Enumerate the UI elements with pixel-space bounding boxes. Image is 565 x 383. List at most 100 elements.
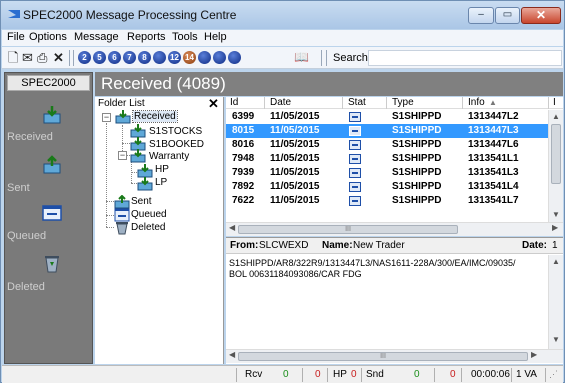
table-row[interactable]: 6399 11/05/2015 S1SHIPPD 1313447L2 (226, 110, 548, 124)
search-input[interactable] (368, 50, 562, 66)
title-bar[interactable]: SPEC2000 Message Processing Centre – ▭ ✕ (1, 1, 564, 29)
status-snd-label: Snd (366, 369, 384, 380)
date-value: 1 (552, 240, 558, 251)
tree-item-lp[interactable]: LP (155, 177, 167, 188)
tree-item-received[interactable]: Received (132, 110, 178, 123)
maximize-button[interactable]: ▭ (495, 7, 520, 24)
tree-item-queued[interactable]: Queued (131, 209, 167, 220)
column-header-type[interactable]: Type (392, 97, 414, 108)
menu-file[interactable]: File (7, 31, 25, 43)
column-header-info[interactable]: Info (468, 97, 485, 108)
cell-id: 8015 (232, 125, 255, 136)
print-icon[interactable]: ⎙ (37, 50, 47, 65)
column-header-date[interactable]: Date (270, 97, 291, 108)
tree-collapse-toggle[interactable]: − (118, 151, 127, 160)
scrollbar-thumb[interactable]: III (238, 225, 458, 234)
close-button[interactable]: ✕ (521, 7, 561, 24)
spec-dot-button[interactable] (228, 51, 241, 64)
cell-date: 11/05/2015 (270, 111, 320, 122)
tree-item-s1booked[interactable]: S1BOOKED (149, 139, 204, 150)
cell-info: 1313447L3 (468, 125, 519, 136)
delete-icon[interactable]: ✕ (53, 50, 64, 65)
toolbar-separator (321, 50, 322, 66)
tree-item-deleted[interactable]: Deleted (131, 222, 165, 233)
status-hp-value: 0 (351, 369, 357, 380)
table-row-selected[interactable]: 8015 11/05/2015 S1SHIPPD 1313447L3 (226, 124, 548, 138)
name-label: Name: (322, 240, 353, 251)
column-divider[interactable] (462, 97, 463, 109)
folder-list-close-button[interactable]: ✕ (208, 96, 219, 112)
table-row[interactable]: 8016 11/05/2015 S1SHIPPD 1313447L6 (226, 138, 548, 152)
recycle-bin-icon (116, 222, 128, 235)
menu-options[interactable]: Options (29, 31, 67, 43)
name-value: New Trader (353, 240, 405, 251)
spec-dot-button[interactable] (198, 51, 211, 64)
spec-7-button[interactable]: 7 (123, 51, 136, 64)
mail-icon[interactable]: ✉ (22, 50, 33, 65)
menu-message[interactable]: Message (74, 31, 119, 43)
scroll-up-arrow-icon[interactable]: ▲ (549, 257, 563, 266)
scroll-right-arrow-icon[interactable]: ▶ (552, 223, 558, 232)
column-divider[interactable] (264, 97, 265, 109)
scrollbar-thumb[interactable]: III (238, 352, 528, 361)
column-header-id[interactable]: Id (230, 97, 238, 108)
page-title: Received (4089) (101, 74, 226, 93)
scroll-down-arrow-icon[interactable]: ▼ (549, 210, 563, 219)
tree-collapse-toggle[interactable]: − (102, 113, 111, 122)
message-status-icon (349, 126, 361, 136)
book-icon[interactable]: 📖 (294, 50, 309, 65)
sidebar-header[interactable]: SPEC2000 (7, 75, 90, 91)
spec-dot-button[interactable] (213, 51, 226, 64)
spec-2-button[interactable]: 2 (78, 51, 91, 64)
detail-vertical-scrollbar[interactable]: ▲ ▼ (548, 255, 563, 349)
sidebar-item-queued[interactable]: Queued (5, 203, 92, 243)
spec-14-button[interactable]: 14 (183, 51, 196, 64)
menu-tools[interactable]: Tools (172, 31, 198, 43)
spec-5-button[interactable]: 5 (93, 51, 106, 64)
list-vertical-scrollbar[interactable]: ▲ ▼ (548, 110, 563, 222)
status-divider (511, 368, 512, 382)
detail-horizontal-scrollbar[interactable]: ◀ III ▶ (226, 349, 563, 363)
spec-8-button[interactable]: 8 (138, 51, 151, 64)
cell-type: S1SHIPPD (392, 181, 442, 192)
tree-item-warranty[interactable]: Warranty (149, 151, 189, 162)
scroll-down-arrow-icon[interactable]: ▼ (549, 335, 563, 344)
spec-12-button[interactable]: 12 (168, 51, 181, 64)
status-divider (461, 368, 462, 382)
minimize-button[interactable]: – (468, 7, 494, 24)
column-divider[interactable] (342, 97, 343, 109)
menu-reports[interactable]: Reports (127, 31, 166, 43)
sidebar-item-received[interactable]: Received (5, 105, 92, 145)
table-row[interactable]: 7622 11/05/2015 S1SHIPPD 1313541L7 (226, 194, 548, 208)
column-divider[interactable] (548, 97, 549, 109)
column-header-extra[interactable]: I (553, 97, 556, 108)
message-body-line: S1SHIPPD/AR8/322R9/1313447L3/NAS1611-228… (229, 258, 516, 268)
status-divider (361, 368, 362, 382)
cell-type: S1SHIPPD (392, 139, 442, 150)
new-document-icon[interactable]: 🗋 (8, 50, 18, 65)
list-horizontal-scrollbar[interactable]: ◀ III ▶ (226, 222, 563, 236)
resize-grip-icon[interactable]: ⋰ (549, 369, 558, 380)
spec-6-button[interactable]: 6 (108, 51, 121, 64)
tree-item-s1stocks[interactable]: S1STOCKS (149, 126, 202, 137)
scroll-right-arrow-icon[interactable]: ▶ (531, 350, 537, 359)
column-header-stat[interactable]: Stat (348, 97, 366, 108)
status-divider (434, 368, 435, 382)
spec-dot-button[interactable] (153, 51, 166, 64)
tree-item-sent[interactable]: Sent (131, 196, 152, 207)
scroll-left-arrow-icon[interactable]: ◀ (229, 223, 235, 232)
scrollbar-thumb[interactable] (551, 124, 561, 184)
column-divider[interactable] (386, 97, 387, 109)
sidebar-item-deleted[interactable]: Deleted (5, 253, 92, 293)
sidebar-item-sent[interactable]: Sent (5, 155, 92, 195)
tree-item-hp[interactable]: HP (155, 164, 169, 175)
scroll-left-arrow-icon[interactable]: ◀ (229, 350, 235, 359)
menu-help[interactable]: Help (204, 31, 227, 43)
table-row[interactable]: 7892 11/05/2015 S1SHIPPD 1313541L4 (226, 180, 548, 194)
cell-info: 1313541L7 (468, 195, 519, 206)
cell-date: 11/05/2015 (270, 125, 320, 136)
message-body[interactable]: S1SHIPPD/AR8/322R9/1313447L3/NAS1611-228… (229, 258, 547, 280)
scroll-up-arrow-icon[interactable]: ▲ (549, 112, 563, 121)
table-row[interactable]: 7939 11/05/2015 S1SHIPPD 1313541L3 (226, 166, 548, 180)
table-row[interactable]: 7948 11/05/2015 S1SHIPPD 1313541L1 (226, 152, 548, 166)
